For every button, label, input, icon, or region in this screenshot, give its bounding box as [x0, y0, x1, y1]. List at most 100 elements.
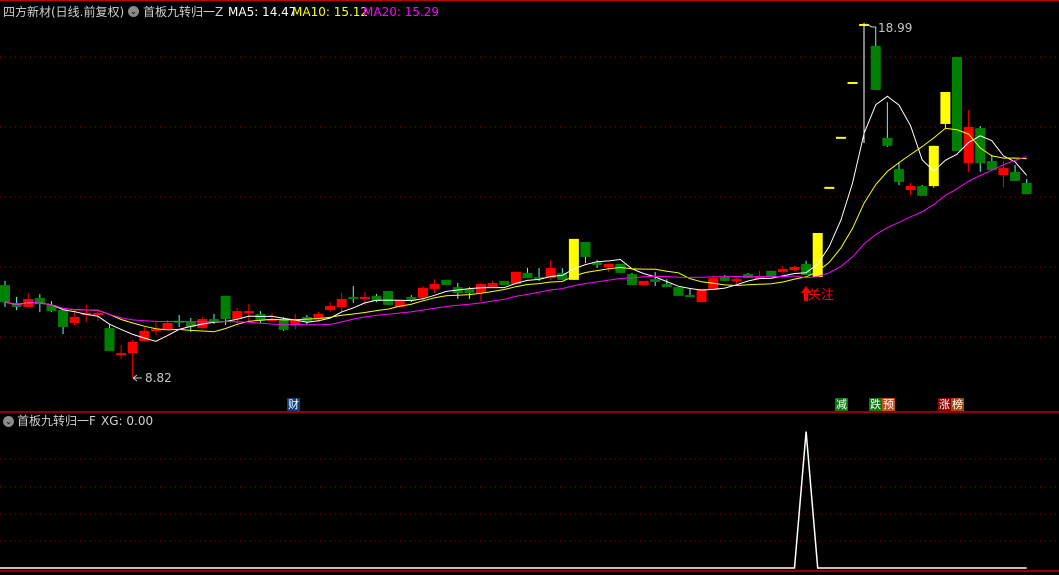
candle-body	[650, 279, 661, 282]
candle-body	[359, 296, 370, 299]
candle-body	[92, 312, 103, 315]
event-tag-rise[interactable]: 涨	[938, 398, 951, 411]
candle-body	[696, 288, 707, 303]
watch-label: 关注	[808, 288, 835, 303]
candle	[255, 311, 266, 323]
candle	[104, 325, 115, 352]
candle	[441, 279, 452, 286]
candle	[626, 272, 637, 286]
candle-body	[975, 128, 986, 164]
candle-body	[104, 328, 115, 352]
candle-body	[603, 263, 614, 268]
candle	[290, 313, 301, 330]
event-tag-drop[interactable]: 跌	[869, 398, 882, 411]
candle-body	[998, 168, 1009, 175]
candle	[917, 185, 928, 196]
candle-body	[940, 92, 951, 124]
candle-body	[789, 267, 800, 271]
candle	[719, 275, 730, 281]
candle	[743, 272, 754, 279]
candle-body	[429, 284, 440, 289]
candle	[638, 280, 649, 286]
candle	[754, 270, 765, 280]
candle	[23, 293, 34, 307]
event-tag-finance[interactable]: 财	[287, 398, 300, 411]
candle-body	[893, 169, 904, 182]
candle-body	[661, 284, 672, 288]
candle	[568, 238, 579, 280]
candle	[940, 92, 951, 129]
xg-indicator	[0, 431, 1027, 569]
candle-body	[568, 238, 579, 280]
candle-body	[952, 56, 963, 152]
candle	[487, 280, 498, 288]
stock-chart[interactable]	[0, 0, 1059, 575]
candle-body	[870, 45, 881, 90]
candle	[684, 288, 695, 298]
ma10-value: MA10: 15.12	[292, 5, 369, 19]
candle	[905, 182, 916, 195]
event-tag-list[interactable]: 榜	[951, 398, 964, 411]
event-tag-reduce[interactable]: 减	[835, 398, 848, 411]
candle-body	[684, 295, 695, 298]
candle	[882, 102, 893, 147]
candle	[452, 282, 463, 299]
candle-body	[928, 145, 939, 187]
candle	[952, 56, 963, 152]
moving-averages	[4, 95, 1028, 342]
candle	[650, 271, 661, 287]
candle-body	[441, 279, 452, 286]
indicator-dropdown-icon[interactable]: ⌄	[128, 6, 139, 17]
candle	[522, 267, 533, 279]
low-pointer	[132, 374, 142, 382]
candle-body	[580, 242, 591, 257]
candle-body	[719, 277, 730, 281]
candle	[499, 280, 510, 286]
candle-body	[499, 280, 510, 286]
candle	[325, 302, 336, 313]
candle-body	[882, 137, 893, 146]
indicator-name[interactable]: 首板九转归一Z	[143, 5, 223, 19]
candle-body	[522, 272, 533, 279]
candle-body	[638, 280, 649, 286]
sub-indicator-name[interactable]: 首板九转归一F	[17, 414, 96, 428]
low-price-label: 8.82	[145, 371, 172, 385]
candle-body	[162, 322, 173, 330]
candle	[336, 293, 347, 313]
candle	[673, 287, 684, 296]
candle-body	[673, 287, 684, 296]
candle-body	[406, 296, 417, 300]
candle-body	[812, 232, 823, 278]
event-tag-forecast[interactable]: 预	[882, 398, 895, 411]
candle-body	[383, 290, 394, 305]
candle-body	[1010, 171, 1021, 181]
candle	[476, 282, 487, 302]
candle-body	[69, 317, 80, 323]
candle-body	[487, 282, 498, 288]
candle	[580, 242, 591, 264]
candle-body	[777, 269, 788, 272]
candle-body	[917, 186, 928, 196]
candle	[986, 154, 997, 171]
candle-body	[348, 296, 359, 299]
candle-body	[615, 263, 626, 273]
candle-body	[127, 342, 138, 354]
xg-value: XG: 0.00	[101, 414, 154, 428]
candle	[975, 126, 986, 172]
candle	[383, 290, 394, 305]
candle	[870, 27, 881, 90]
candle	[928, 145, 939, 188]
candle	[58, 310, 69, 335]
candles	[0, 24, 1032, 379]
candle-body	[743, 273, 754, 279]
candle	[777, 265, 788, 274]
candle-body	[243, 311, 254, 314]
grid-lines	[0, 56, 1059, 542]
ma20-line	[4, 156, 1027, 326]
stock-title: 四方新材(日线.前复权)	[3, 5, 125, 19]
candle	[615, 263, 626, 273]
sub-indicator-dropdown-icon[interactable]: ⌄	[3, 416, 14, 427]
candle-body	[220, 295, 231, 320]
candle	[116, 345, 127, 360]
candle-body	[1021, 182, 1032, 195]
